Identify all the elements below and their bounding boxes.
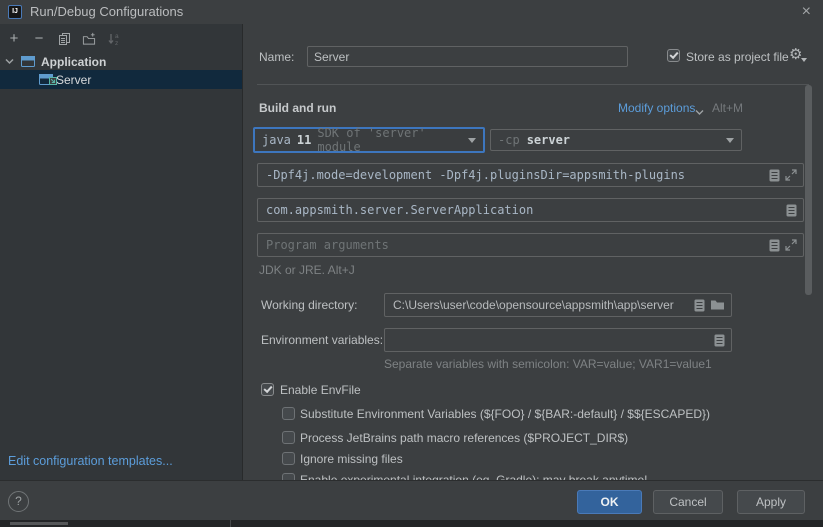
envfile-option-row: Ignore missing files <box>243 452 823 467</box>
store-as-project-checkbox[interactable] <box>667 49 680 62</box>
expand-field-icon[interactable] <box>785 169 797 181</box>
experimental-integration-label: Enable experimental integration (eg. Gra… <box>300 473 648 480</box>
svg-text:z: z <box>115 40 118 46</box>
experimental-integration-checkbox[interactable] <box>282 473 295 480</box>
help-button[interactable]: ? <box>8 491 29 512</box>
name-label: Name: <box>259 48 294 66</box>
expand-list-icon[interactable] <box>694 299 705 312</box>
browse-folder-icon[interactable] <box>710 299 725 311</box>
cp-value: server <box>527 133 570 147</box>
chevron-down-icon[interactable] <box>695 105 704 119</box>
jre-hint: JDK or JRE. Alt+J <box>259 263 355 277</box>
tree-group-application[interactable]: Application <box>0 52 242 71</box>
new-folder-icon[interactable] <box>82 31 96 47</box>
application-icon <box>20 55 36 68</box>
expand-field-icon[interactable] <box>785 239 797 251</box>
process-path-macros-checkbox[interactable] <box>282 431 295 444</box>
working-directory-input[interactable] <box>391 297 689 313</box>
ignore-missing-files-label: Ignore missing files <box>300 452 403 466</box>
svg-text:a: a <box>115 33 119 40</box>
jre-version: 11 <box>297 133 311 147</box>
environment-variables-label: Environment variables: <box>261 331 383 349</box>
jre-note: SDK of 'server' module <box>317 126 468 154</box>
apply-button[interactable]: Apply <box>737 490 805 514</box>
scrollbar-thumb[interactable] <box>805 85 812 295</box>
gear-icon[interactable]: ⚙ <box>789 47 802 63</box>
expand-list-icon[interactable] <box>786 204 797 217</box>
gear-glyph: ⚙ <box>789 46 802 63</box>
enable-envfile-label: Enable EnvFile <box>280 381 361 399</box>
expand-list-icon[interactable] <box>714 334 725 347</box>
background-window-artifact <box>10 522 68 525</box>
expand-list-icon[interactable] <box>769 169 780 182</box>
sidebar-toolbar: + − a <box>0 28 121 50</box>
titlebar: IJ Run/Debug Configurations × <box>0 0 823 24</box>
cp-prefix: -cp <box>498 133 520 147</box>
expand-list-icon[interactable] <box>769 239 780 252</box>
environment-variables-hint: Separate variables with semicolon: VAR=v… <box>384 357 712 371</box>
program-arguments-input[interactable] <box>264 237 764 253</box>
store-as-project-label: Store as project file <box>686 48 789 66</box>
add-configuration-icon[interactable]: + <box>7 31 21 47</box>
substitute-env-vars-checkbox[interactable] <box>282 407 295 420</box>
program-arguments-field <box>257 233 804 257</box>
background-window-strip <box>0 520 823 527</box>
dialog-footer: ? OK Cancel Apply <box>0 480 823 520</box>
jre-name: java <box>262 133 291 147</box>
process-path-macros-label: Process JetBrains path macro references … <box>300 431 628 445</box>
working-directory-label: Working directory: <box>261 296 357 314</box>
ignore-missing-files-checkbox[interactable] <box>282 452 295 465</box>
copy-configuration-icon[interactable] <box>57 31 71 47</box>
modify-options-shortcut: Alt+M <box>712 99 743 117</box>
envfile-option-row: Process JetBrains path macro references … <box>243 431 823 446</box>
sort-alphabetically-icon[interactable]: a z <box>107 31 121 47</box>
vm-options-input[interactable] <box>264 167 764 183</box>
tree-group-label: Application <box>41 55 106 69</box>
configurations-sidebar: + − a <box>0 24 243 480</box>
edit-templates-link[interactable]: Edit configuration templates... <box>8 454 173 468</box>
close-icon[interactable]: × <box>802 0 811 24</box>
run-debug-configurations-dialog: IJ Run/Debug Configurations × + − <box>0 0 823 527</box>
envfile-option-row: Enable experimental integration (eg. Gra… <box>243 473 823 480</box>
intellij-logo-icon: IJ <box>8 5 22 19</box>
enable-envfile-checkbox[interactable] <box>261 383 274 396</box>
dialog-title: Run/Debug Configurations <box>30 0 183 24</box>
run-badge-icon <box>49 74 57 88</box>
ok-button[interactable]: OK <box>577 490 642 514</box>
tree-item-label: Server <box>56 73 91 87</box>
chevron-down-icon <box>468 138 476 143</box>
section-divider <box>257 84 809 85</box>
modify-options-link[interactable]: Modify options <box>618 99 695 117</box>
working-directory-field <box>384 293 732 317</box>
envfile-option-row: Substitute Environment Variables (${FOO}… <box>243 407 823 422</box>
cancel-button[interactable]: Cancel <box>653 490 723 514</box>
tree-item-server[interactable]: Server <box>0 70 242 89</box>
chevron-down-icon[interactable] <box>5 57 14 66</box>
jre-combo[interactable]: java 11 SDK of 'server' module <box>253 127 485 153</box>
classpath-combo[interactable]: -cp server <box>490 129 742 151</box>
substitute-env-vars-label: Substitute Environment Variables (${FOO}… <box>300 407 710 421</box>
background-window-divider <box>230 520 231 527</box>
vm-options-field <box>257 163 804 187</box>
main-class-input[interactable] <box>264 202 781 218</box>
environment-variables-input[interactable] <box>391 332 709 348</box>
configuration-form: Name: Store as project file ⚙ Build and … <box>243 24 823 480</box>
name-input[interactable] <box>307 46 628 67</box>
build-and-run-header: Build and run <box>259 99 336 117</box>
main-class-field <box>257 198 804 222</box>
chevron-down-icon <box>726 138 734 143</box>
application-run-icon <box>38 73 54 86</box>
environment-variables-field <box>384 328 732 352</box>
remove-configuration-icon[interactable]: − <box>32 31 46 47</box>
